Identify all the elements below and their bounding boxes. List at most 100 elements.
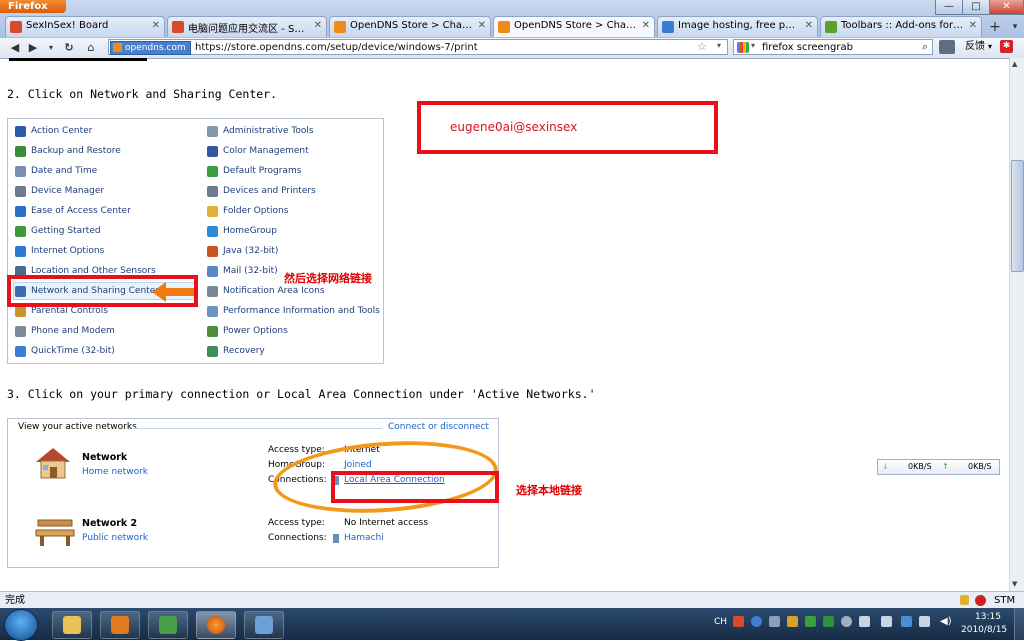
firefox-menu-button[interactable]: Firefox [0,0,66,13]
taskbar-explorer[interactable] [52,611,92,639]
reload-icon[interactable]: ↻ [60,40,78,55]
control-panel-item[interactable]: Performance Information and Tools [207,303,380,319]
control-panel-item[interactable]: Internet Options [15,243,104,259]
flag-icon[interactable] [859,616,870,627]
tab[interactable]: Image hosting, free photo s... ✕ [657,16,818,37]
taskbar-firefox[interactable] [196,611,236,639]
forward-icon[interactable]: ▶ [24,40,42,55]
url-dropdown-icon[interactable]: ▾ [717,41,721,50]
control-panel-item-label: Mail (32-bit) [223,266,278,276]
control-panel-item[interactable]: Default Programs [207,163,301,179]
tab-close-icon[interactable]: ✕ [314,20,322,31]
clock-time[interactable]: 13:15 [968,612,1008,622]
control-panel-item-icon [15,186,26,197]
control-panel-item[interactable]: QuickTime (32-bit) [15,343,115,359]
security-icon[interactable] [823,616,834,627]
connect-disconnect-link[interactable]: Connect or disconnect [388,422,489,432]
control-panel-item[interactable]: HomeGroup [207,223,277,239]
feedback-button[interactable]: 反馈 [965,40,985,54]
hamachi-link[interactable]: Hamachi [344,533,384,543]
taskbar-media-player[interactable] [100,611,140,639]
tab[interactable]: OpenDNS Store > Change y... ✕ [329,16,491,37]
scrollbar-thumb[interactable] [1011,160,1024,272]
bookmark-star-icon[interactable]: ☆ [697,40,707,53]
control-panel-item[interactable]: Backup and Restore [15,143,121,159]
volume-icon[interactable]: ◀) [940,616,952,627]
site-identity-button[interactable]: opendns.com [110,41,191,55]
control-panel-item-label: Internet Options [31,246,105,256]
scroll-down-icon[interactable]: ▼ [1012,580,1017,588]
control-panel-item[interactable]: Java (32-bit) [207,243,278,259]
search-bar[interactable]: ▾ firefox screengrab ⌕ [733,39,933,55]
search-engine-dropdown-icon[interactable]: ▾ [751,41,755,50]
status-right-label: STM [994,595,1016,606]
control-panel-item-label: QuickTime (32-bit) [31,346,115,356]
start-button[interactable] [4,609,38,641]
tab-favicon-icon [10,21,22,33]
status-bar: 完成 STM [0,591,1024,609]
tab-list-icon[interactable]: ▾ [1008,18,1022,36]
tab-close-icon[interactable]: ✕ [805,20,813,31]
connection-icon[interactable] [901,616,912,627]
screengrab-icon[interactable] [939,40,955,54]
home-icon[interactable]: ⌂ [82,40,100,55]
tab[interactable]: SexInSex! Board ✕ [5,16,165,37]
adblock-icon[interactable] [975,595,986,606]
taskbar-messenger[interactable] [148,611,188,639]
tray-app-icon[interactable] [787,616,798,627]
tab-close-icon[interactable]: ✕ [969,20,977,31]
tab-close-icon[interactable]: ✕ [642,20,650,31]
control-panel-item[interactable]: Action Center [15,123,92,139]
annotation-local-link: 选择本地链接 [516,484,582,497]
net2-access-type-value: No Internet access [344,518,429,528]
network-tray-icon[interactable] [841,616,852,627]
tab[interactable]: Toolbars :: Add-ons for Fire... ✕ [820,16,982,37]
control-panel-item[interactable]: Folder Options [207,203,288,219]
control-panel-item[interactable]: Administrative Tools [207,123,314,139]
history-dropdown-icon[interactable]: ▾ [42,40,60,55]
back-icon[interactable]: ◀ [6,40,24,55]
scroll-up-icon[interactable]: ▲ [1012,60,1017,68]
tab-label: 电脑问题应用交流区 - SexIn... [188,24,310,35]
control-panel-item[interactable]: Getting Started [15,223,101,239]
network-1-type-link[interactable]: Home network [82,467,148,477]
control-panel-item-icon [207,126,218,137]
network-2-type-link[interactable]: Public network [82,533,148,543]
control-panel-item[interactable]: Phone and Modem [15,323,115,339]
control-panel-item[interactable]: Devices and Printers [207,183,316,199]
control-panel-item[interactable]: Mail (32-bit) [207,263,278,279]
addon-icon[interactable]: ✱ [1000,40,1013,53]
monitor-icon[interactable] [881,616,892,627]
control-panel-item[interactable]: Recovery [207,343,265,359]
close-window-button[interactable]: ✕ [989,0,1024,15]
search-engine-icon[interactable] [737,42,749,53]
control-panel-item[interactable]: Date and Time [15,163,97,179]
control-panel-item[interactable]: Color Management [207,143,309,159]
new-tab-button[interactable]: + [985,18,1005,36]
clock-date[interactable]: 2010/8/15 [961,625,1007,635]
shield-icon[interactable] [805,616,816,627]
tab[interactable]: OpenDNS Store > Change y... ✕ [493,16,655,37]
minimize-button[interactable]: — [935,0,963,15]
language-indicator[interactable]: CH [714,617,727,627]
vertical-scrollbar[interactable] [1009,58,1024,591]
input-method-icon[interactable] [733,616,744,627]
help-icon[interactable] [751,616,762,627]
tab-close-icon[interactable]: ✕ [478,20,486,31]
feedback-dropdown-icon[interactable]: ▾ [988,40,992,54]
display-icon[interactable] [919,616,930,627]
ime-settings-icon[interactable] [769,616,780,627]
control-panel-item-label: Administrative Tools [223,126,314,136]
search-icon[interactable]: ⌕ [922,40,928,54]
show-desktop-button[interactable] [1014,608,1024,640]
maximize-button[interactable]: □ [962,0,990,15]
control-panel-item[interactable]: Power Options [207,323,288,339]
tab[interactable]: 电脑问题应用交流区 - SexIn... ✕ [167,16,327,37]
url-bar[interactable]: opendns.com https://store.opendns.com/se… [108,39,728,55]
network-2-name: Network 2 [82,518,138,529]
tab-close-icon[interactable]: ✕ [152,20,160,31]
control-panel-item[interactable]: Device Manager [15,183,104,199]
taskbar-paint[interactable] [244,611,284,639]
search-input[interactable]: firefox screengrab [762,41,853,54]
control-panel-item[interactable]: Ease of Access Center [15,203,131,219]
